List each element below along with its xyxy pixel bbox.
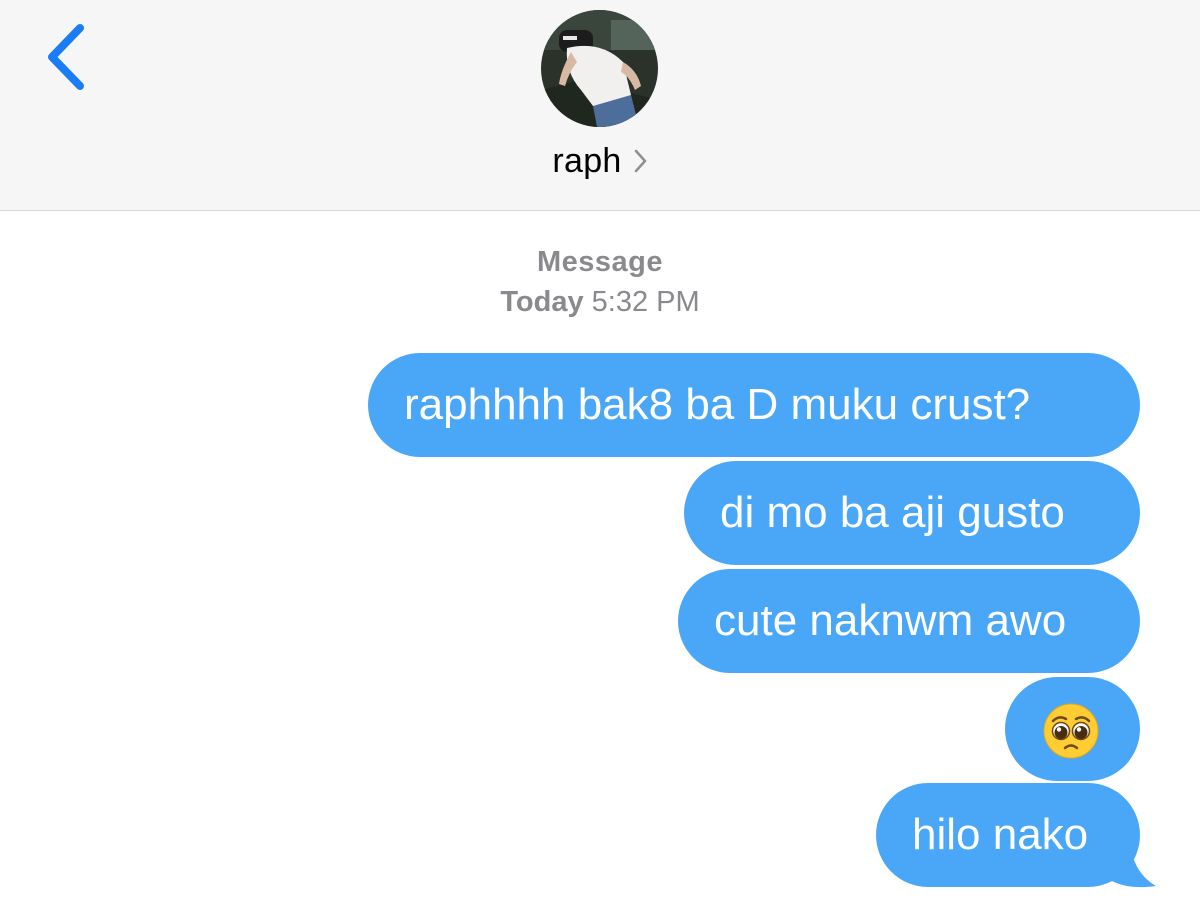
sent-message-bubble[interactable]: raphhhh bak8 ba D muku crust? <box>368 353 1140 457</box>
contact-avatar[interactable] <box>541 10 658 127</box>
contact-name: raph <box>552 141 622 180</box>
avatar-photo <box>541 10 658 127</box>
service-label: Message <box>536 246 663 278</box>
chevron-right-icon <box>634 149 648 178</box>
bubble-tail <box>1100 840 1156 888</box>
contact-details-button[interactable]: raph <box>0 136 1200 186</box>
thread-timestamp: Today 5:32 PM <box>0 286 1200 319</box>
pleading-face-emoji <box>1043 703 1099 764</box>
timestamp-day: Today <box>500 286 584 318</box>
timestamp-time: 5:32 PM <box>591 286 700 318</box>
sent-message-bubble[interactable]: di mo ba aji gusto <box>684 461 1140 565</box>
back-button[interactable] <box>28 14 104 100</box>
chevron-left-icon <box>48 24 84 90</box>
conversation-header: raph <box>0 0 1200 211</box>
sent-message-bubble[interactable]: cute naknwm awo <box>678 569 1140 673</box>
